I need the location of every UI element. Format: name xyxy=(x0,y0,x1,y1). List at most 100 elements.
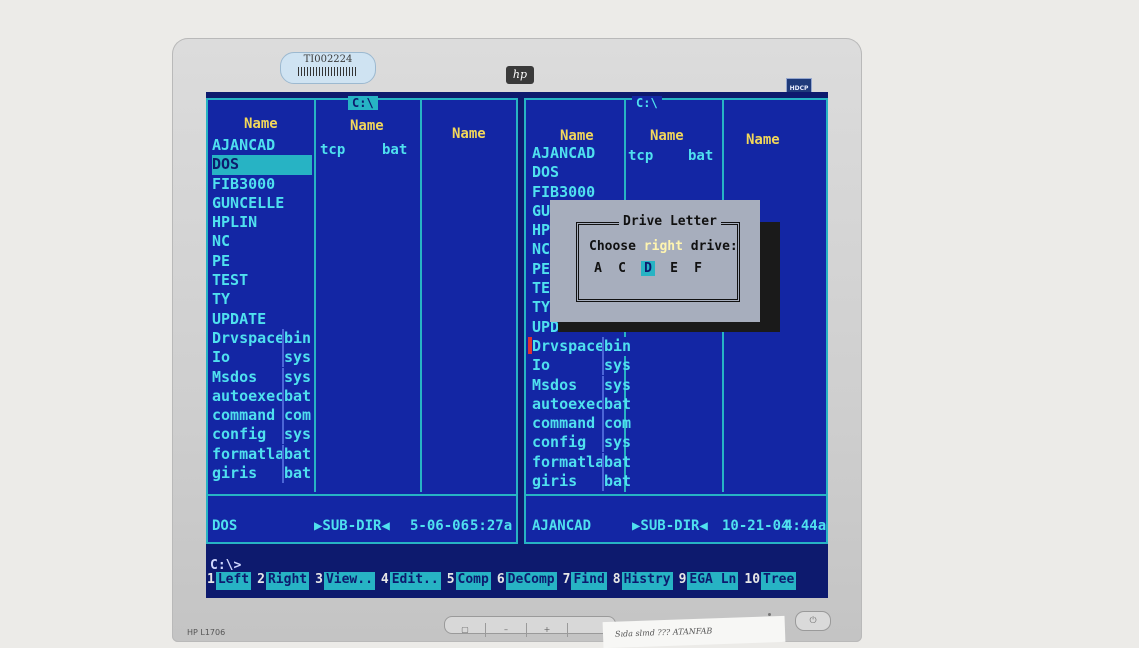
file-name: Io xyxy=(212,348,231,367)
file-entry[interactable]: HPLIN xyxy=(212,213,312,232)
fkey-tree[interactable]: 10 Tree xyxy=(743,572,797,590)
file-entry[interactable]: Msdos sys xyxy=(212,367,312,387)
file-entry[interactable]: Io sys xyxy=(532,356,631,376)
fkey-label: View.. xyxy=(323,572,375,590)
hatch-marker xyxy=(602,394,604,414)
file-entry[interactable]: AJANCAD xyxy=(212,136,312,155)
file-entry[interactable]: command com xyxy=(532,414,631,434)
drive-option-d[interactable]: D xyxy=(641,261,655,276)
status-time: 4:44a xyxy=(784,518,827,534)
file-extension: com xyxy=(604,414,632,433)
file-entry[interactable]: Drvspace bin xyxy=(212,328,312,348)
plus-button[interactable]: + xyxy=(527,623,568,637)
file-entry[interactable]: UPDATE xyxy=(212,310,312,329)
left-file-list: AJANCAD DOS FIB3000 GUNCELLE HPLIN NC PE TEST TY… xyxy=(212,136,312,484)
file-extension: bat xyxy=(284,386,312,405)
hp-logo: hp xyxy=(506,66,534,84)
fkey-number: 6 xyxy=(495,572,506,590)
file-entry[interactable]: TEST xyxy=(212,271,312,290)
file-entry[interactable]: autoexec bat xyxy=(532,394,631,414)
fkey-comp[interactable]: 5 Comp xyxy=(445,572,491,590)
file-name: FIB3000 xyxy=(212,174,276,193)
file-entry[interactable]: NC xyxy=(212,232,312,251)
column-header: Name xyxy=(560,128,594,144)
file-name: Msdos xyxy=(532,375,578,394)
fkey-right[interactable]: 2 Right xyxy=(256,572,310,590)
column-header: Name xyxy=(244,116,278,132)
drive-option-e[interactable]: E xyxy=(669,261,679,276)
fkey-histry[interactable]: 8 Histry xyxy=(611,572,673,590)
file-name: TEST xyxy=(212,271,249,290)
drive-options: ACDEF xyxy=(593,261,703,276)
fkey-find[interactable]: 7 Find xyxy=(561,572,607,590)
file-name: autoexec xyxy=(532,394,605,413)
monitor-control-buttons[interactable]: ▢ – + xyxy=(444,616,616,637)
file-name: FIB3000 xyxy=(532,182,596,201)
fkey-number: 2 xyxy=(256,572,266,590)
file-extension: sys xyxy=(284,367,312,386)
file-extension: sys xyxy=(284,348,312,367)
file-entry[interactable]: Drvspace bin xyxy=(532,336,632,356)
hatch-marker xyxy=(282,386,284,406)
status-type: ▶SUB-DIR◀ xyxy=(632,518,708,534)
file-name: NC xyxy=(212,232,231,251)
fkey-edit[interactable]: 4 Edit.. xyxy=(379,572,441,590)
drive-letter-dialog[interactable]: Drive Letter Choose right drive: ACDEF xyxy=(550,200,760,322)
fkey-ega-ln[interactable]: 9 EGA Ln xyxy=(677,572,739,590)
fkey-decomp[interactable]: 6 DeComp xyxy=(495,572,557,590)
fkey-view[interactable]: 3 View.. xyxy=(314,572,375,590)
file-name: AJANCAD xyxy=(532,144,596,162)
file-name: DOS xyxy=(532,163,560,182)
file-entry[interactable]: Io sys xyxy=(212,348,312,368)
file-entry-tcp[interactable]: tcp bat xyxy=(628,148,713,164)
file-entry[interactable]: autoexec bat xyxy=(212,386,312,406)
hatch-marker xyxy=(602,336,604,356)
file-entry[interactable]: Msdos sys xyxy=(532,375,631,395)
asset-tag-label: TI002224 xyxy=(280,52,376,84)
fkey-label: EGA Ln xyxy=(687,572,739,590)
file-entry[interactable]: GUNCELLE xyxy=(212,194,312,213)
file-entry[interactable]: DOS xyxy=(212,155,312,175)
fkey-number: 5 xyxy=(445,572,456,590)
command-prompt[interactable]: C:\> xyxy=(210,558,241,573)
file-name: AJANCAD xyxy=(212,136,276,154)
cursor-marker xyxy=(528,337,532,354)
file-entry[interactable]: FIB3000 xyxy=(212,175,312,194)
file-extension: bin xyxy=(284,328,312,348)
column-header: Name xyxy=(650,128,684,144)
file-name: TY xyxy=(212,290,231,309)
file-entry[interactable]: FIB3000 xyxy=(532,183,604,202)
status-date: 5-06-06 xyxy=(410,518,470,534)
menu-button[interactable]: ▢ xyxy=(445,623,486,637)
drive-option-a[interactable]: A xyxy=(593,261,603,276)
file-entry[interactable]: AJANCAD xyxy=(532,144,604,163)
column-header: Name xyxy=(452,126,486,142)
hatch-marker xyxy=(282,406,284,426)
fkey-left[interactable]: 1 Left xyxy=(206,572,252,590)
sticky-note: Sıda slmd ??? ATANFAB xyxy=(602,615,786,648)
file-name: NC xyxy=(532,240,551,259)
left-panel[interactable]: C:\ Name Name Name AJANCAD DOS FIB3000 GUNC… xyxy=(206,96,518,544)
file-entry-tcp[interactable]: tcp bat xyxy=(320,142,407,158)
file-entry[interactable]: PE xyxy=(212,252,312,271)
barcode xyxy=(298,67,358,76)
fkey-label: Left xyxy=(215,572,252,590)
left-status-bar: DOS ▶SUB-DIR◀ 5-06-06 5:27a xyxy=(212,438,512,534)
drive-option-f[interactable]: F xyxy=(693,261,703,276)
function-key-bar: 1 Left 2 Right 3 View.. 4 Edit.. 5 Comp 6 DeComp 7 Fi… xyxy=(206,572,828,590)
status-type: ▶SUB-DIR◀ xyxy=(314,518,390,534)
drive-option-c[interactable]: C xyxy=(617,261,627,276)
power-button[interactable]: ⏻ xyxy=(795,611,831,631)
file-extension: com xyxy=(284,406,312,425)
file-entry[interactable]: DOS xyxy=(532,163,604,182)
fkey-number: 4 xyxy=(379,572,390,590)
file-extension: bat xyxy=(604,394,632,413)
column-separator xyxy=(314,100,316,492)
file-entry[interactable]: command com xyxy=(212,406,312,426)
file-name: Io xyxy=(532,356,551,375)
fkey-label: DeComp xyxy=(505,572,557,590)
column-header: Name xyxy=(350,118,384,134)
file-name: Drvspace xyxy=(532,336,605,355)
minus-button[interactable]: – xyxy=(486,623,527,637)
file-entry[interactable]: TY xyxy=(212,290,312,309)
